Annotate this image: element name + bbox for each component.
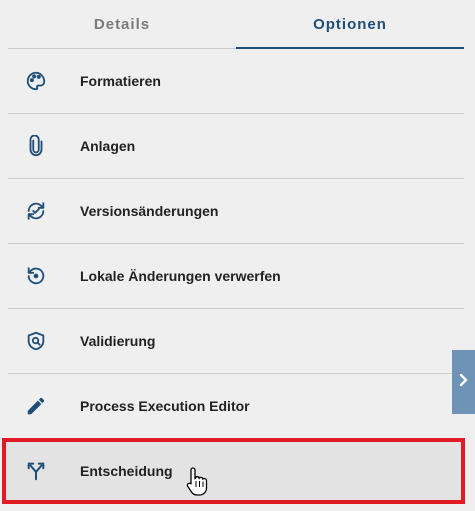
hand-pointer-cursor-icon xyxy=(185,466,209,501)
sync-icon xyxy=(24,199,48,223)
pencil-icon xyxy=(24,394,48,418)
menu-item-label: Lokale Änderungen verwerfen xyxy=(80,268,281,284)
menu-item-label: Anlagen xyxy=(80,138,136,154)
menu-item-label: Validierung xyxy=(80,333,156,349)
tab-optionen[interactable]: Optionen xyxy=(236,0,464,49)
menu-item-validierung[interactable]: Validierung xyxy=(8,309,464,374)
menu-item-label: Versionsänderungen xyxy=(80,203,219,219)
tab-bar: Details Optionen xyxy=(8,0,464,49)
restore-icon xyxy=(24,264,48,288)
expand-panel-button[interactable] xyxy=(452,350,475,414)
chevron-right-icon xyxy=(458,373,470,392)
menu-item-label: Process Execution Editor xyxy=(80,398,250,414)
menu-item-anlagen[interactable]: Anlagen xyxy=(8,114,464,179)
menu-item-process-execution-editor[interactable]: Process Execution Editor xyxy=(8,374,464,439)
tab-details[interactable]: Details xyxy=(8,0,236,49)
menu-item-formatieren[interactable]: Formatieren xyxy=(8,49,464,114)
menu-item-lokale-aenderungen-verwerfen[interactable]: Lokale Änderungen verwerfen xyxy=(8,244,464,309)
options-menu: Formatieren Anlagen Versionsänderungen L… xyxy=(8,49,464,503)
paperclip-icon xyxy=(24,134,48,158)
palette-icon xyxy=(24,69,48,93)
menu-item-versionsaenderungen[interactable]: Versionsänderungen xyxy=(8,179,464,244)
highlight-frame xyxy=(2,438,465,504)
shield-check-icon xyxy=(24,329,48,353)
menu-item-label: Formatieren xyxy=(80,73,161,89)
